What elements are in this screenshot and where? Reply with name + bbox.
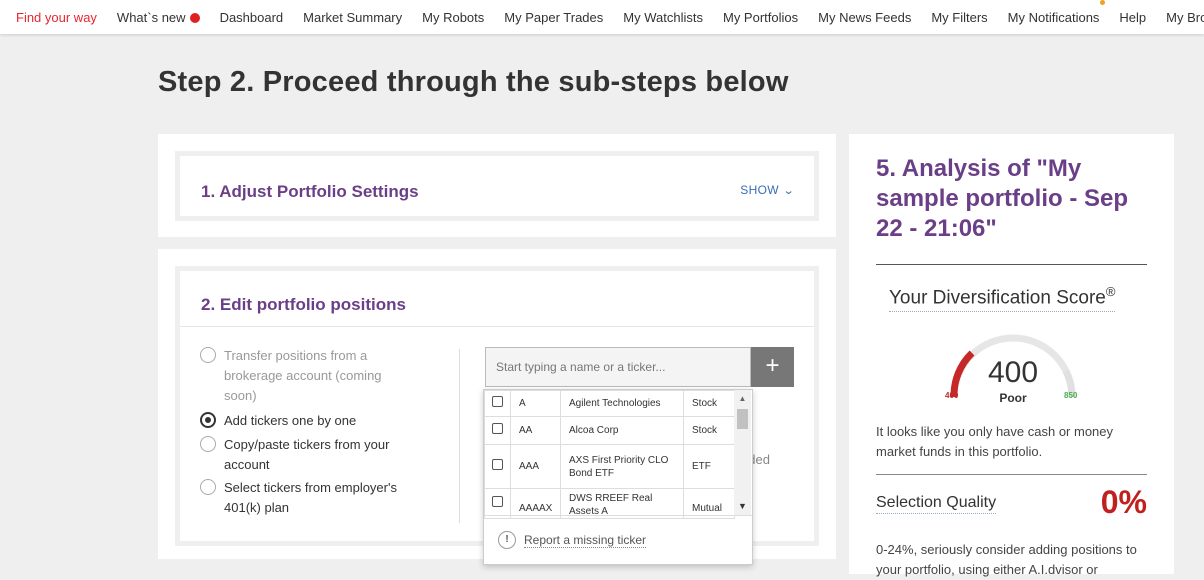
ticker-checkbox[interactable] — [492, 396, 503, 407]
page-title: Step 2. Proceed through the sub-steps be… — [158, 66, 789, 98]
top-navigation: Find your way What`s new Dashboard Marke… — [0, 0, 1204, 34]
options-divider — [459, 349, 460, 523]
ticker-name: Agilent Technologies — [560, 390, 684, 417]
nav-my-robots[interactable]: My Robots — [412, 10, 494, 25]
info-icon: ! — [498, 531, 516, 549]
selection-quality-label[interactable]: Selection Quality — [876, 494, 997, 514]
option-add-one-by-one-label: Add tickers one by one — [224, 413, 357, 428]
nav-my-filters[interactable]: My Filters — [921, 10, 997, 25]
show-label: SHOW — [740, 183, 779, 197]
nav-whats-new-label: What`s new — [116, 9, 186, 25]
diversification-score-value: 400 — [987, 356, 1039, 389]
nav-my-watchlists[interactable]: My Watchlists — [613, 10, 713, 25]
notification-dot — [1100, 0, 1106, 5]
radio-add-one-by-one[interactable] — [200, 412, 216, 428]
analysis-card: 5. Analysis of "My sample portfolio - Se… — [849, 134, 1174, 577]
nav-dashboard[interactable]: Dashboard — [210, 10, 294, 25]
selection-quality-description: 0-24%, seriously consider adding positio… — [876, 542, 1137, 577]
dropdown-footer: ! Report a missing ticker — [484, 515, 752, 564]
ticker-row[interactable]: A Agilent Technologies Stock — [484, 390, 735, 417]
cash-notice: It looks like you only have cash or mone… — [876, 424, 1114, 459]
step2-title: 2. Edit portfolio positions — [201, 295, 406, 314]
ticker-checkbox[interactable] — [492, 459, 503, 470]
option-401k-label: Select tickers from employer's 401(k) pl… — [224, 480, 397, 515]
ticker-search-input[interactable] — [485, 347, 751, 387]
ticker-symbol: AAAAX — [510, 488, 561, 519]
ticker-type: ETF — [683, 444, 735, 489]
ticker-row[interactable]: AA Alcoa Corp Stock — [484, 416, 735, 445]
ticker-name: AXS First Priority CLO Bond ETF — [560, 444, 684, 489]
add-ticker-button[interactable]: + — [751, 347, 794, 387]
nav-market-summary[interactable]: Market Summary — [293, 10, 412, 25]
chevron-down-icon: ⌄ — [783, 185, 796, 197]
nav-my-notifications-label: My Notifications — [1007, 9, 1100, 25]
radio-401k[interactable] — [200, 479, 216, 495]
show-settings-toggle[interactable]: SHOW ⌄ — [740, 183, 796, 197]
analysis-title: 5. Analysis of "My sample portfolio - Se… — [876, 155, 1129, 242]
gauge-max-label: 850 — [1064, 391, 1078, 400]
scroll-down-icon[interactable]: ▼ — [734, 501, 751, 511]
option-transfer-label: Transfer positions from a brokerage acco… — [224, 348, 382, 403]
nav-whats-new[interactable]: What`s new — [107, 10, 210, 25]
ticker-symbol: AAA — [510, 444, 561, 489]
new-indicator-dot — [189, 12, 200, 23]
option-401k[interactable]: Select tickers from employer's 401(k) pl… — [200, 478, 415, 518]
radio-transfer[interactable] — [200, 347, 216, 363]
diversification-score-rating: Poor — [999, 391, 1027, 405]
ticker-row[interactable]: AAA AXS First Priority CLO Bond ETF ETF — [484, 444, 735, 489]
step1-title: 1. Adjust Portfolio Settings — [201, 182, 419, 201]
ticker-type: Stock — [683, 390, 735, 417]
ticker-checkbox[interactable] — [492, 496, 503, 507]
ticker-suggestions-table: A Agilent Technologies Stock AA Alcoa Co… — [484, 390, 735, 519]
ticker-name-text: DWS RREEF Real Assets A — [569, 493, 653, 516]
selection-quality-value: 0% — [1100, 484, 1147, 520]
nav-help[interactable]: Help — [1109, 10, 1156, 25]
diversification-score-label[interactable]: Your Diversification Score® — [889, 284, 1116, 313]
analysis-divider-mid — [876, 474, 1147, 475]
ticker-type: Stock — [683, 416, 735, 445]
nav-my-portfolios[interactable]: My Portfolios — [713, 10, 808, 25]
nav-find-your-way[interactable]: Find your way — [0, 10, 107, 25]
step1-card: 1. Adjust Portfolio Settings SHOW ⌄ — [158, 134, 836, 237]
ticker-name: Alcoa Corp — [560, 416, 684, 445]
radio-copy-paste[interactable] — [200, 436, 216, 452]
ticker-suggestions-dropdown: A Agilent Technologies Stock AA Alcoa Co… — [483, 389, 753, 565]
registered-mark: ® — [1105, 284, 1116, 299]
option-transfer[interactable]: Transfer positions from a brokerage acco… — [200, 346, 415, 406]
ticker-row[interactable]: AAAAX DWS RREEF Real Assets A Mutual — [484, 488, 735, 519]
scroll-thumb[interactable] — [737, 409, 748, 429]
analysis-divider-top — [876, 264, 1147, 265]
gauge-min-label: 400 — [945, 391, 959, 400]
nav-my-paper-trades[interactable]: My Paper Trades — [494, 10, 613, 25]
option-copy-paste[interactable]: Copy/paste tickers from your account — [200, 435, 415, 475]
nav-my-notifications[interactable]: My Notifications — [998, 0, 1110, 25]
option-copy-paste-label: Copy/paste tickers from your account — [224, 437, 390, 472]
nav-my-brokerage[interactable]: My Brokerag — [1156, 10, 1204, 25]
nav-my-news-feeds[interactable]: My News Feeds — [808, 10, 921, 25]
ticker-symbol: A — [510, 390, 561, 417]
ticker-checkbox[interactable] — [492, 423, 503, 434]
option-add-one-by-one[interactable]: Add tickers one by one — [200, 411, 415, 431]
diversification-score-text: Your Diversification Score — [889, 287, 1106, 309]
ticker-type: Mutual — [683, 488, 735, 519]
ticker-name: DWS RREEF Real Assets A — [560, 488, 684, 519]
step1-panel[interactable]: 1. Adjust Portfolio Settings SHOW ⌄ — [175, 151, 819, 221]
ticker-symbol: AA — [510, 416, 561, 445]
dropdown-scrollbar[interactable]: ▲ ▼ — [734, 390, 751, 515]
scroll-up-icon[interactable]: ▲ — [734, 394, 751, 403]
report-missing-ticker-link[interactable]: Report a missing ticker — [524, 533, 647, 548]
